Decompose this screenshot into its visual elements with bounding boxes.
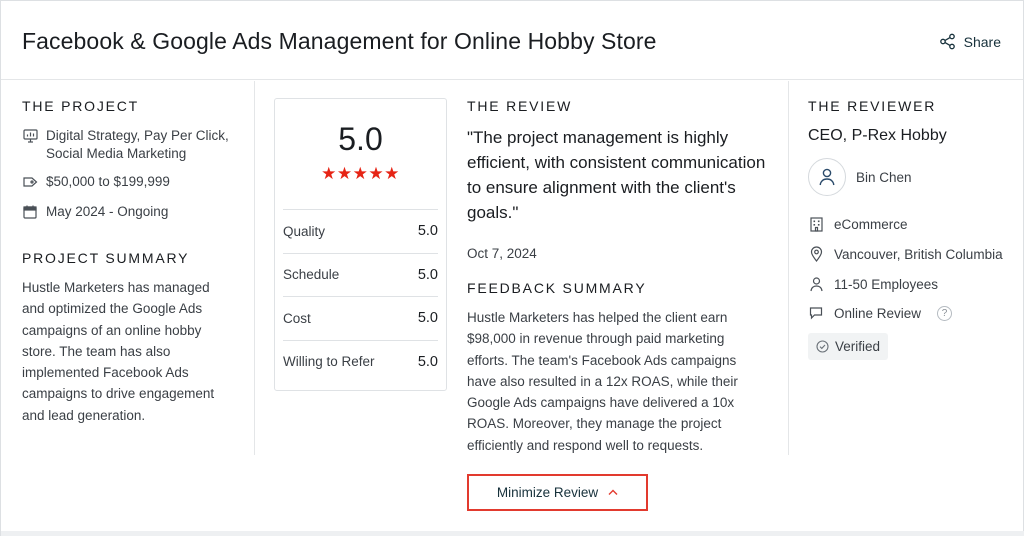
column-divider bbox=[254, 81, 255, 455]
project-services: Digital Strategy, Pay Per Click, Social … bbox=[22, 127, 234, 163]
rating-label: Willing to Refer bbox=[283, 354, 375, 370]
rating-breakdown: Quality 5.0 Schedule 5.0 Cost 5.0 Willin… bbox=[283, 209, 438, 383]
industry-text: eCommerce bbox=[834, 216, 908, 232]
reviewer-column: THE REVIEWER CEO, P-Rex Hobby Bin Chen e… bbox=[808, 98, 1018, 360]
review-column: THE REVIEW "The project management is hi… bbox=[467, 98, 767, 456]
timeline-text: May 2024 - Ongoing bbox=[46, 204, 169, 219]
review-header: Facebook & Google Ads Management for Onl… bbox=[1, 1, 1023, 80]
help-icon[interactable]: ? bbox=[937, 305, 953, 321]
check-circle-icon bbox=[816, 340, 829, 353]
user-icon bbox=[819, 168, 835, 186]
rating-row-schedule: Schedule 5.0 bbox=[283, 252, 438, 297]
review-quote: "The project management is highly effici… bbox=[467, 128, 766, 222]
calendar-icon bbox=[22, 203, 38, 221]
verified-wrapper: Verified bbox=[808, 333, 1018, 360]
rating-value: 5.0 bbox=[417, 353, 438, 370]
reviewer-identity: Bin Chen bbox=[808, 158, 1018, 196]
reviewer-position: CEO, P-Rex Hobby bbox=[808, 127, 947, 144]
project-budget: $50,000 to $199,999 bbox=[22, 173, 234, 191]
minimize-review-button[interactable]: Minimize Review bbox=[467, 474, 648, 511]
avatar bbox=[808, 158, 846, 196]
verified-badge: Verified bbox=[808, 333, 889, 360]
rating-label: Schedule bbox=[283, 267, 340, 283]
chat-bubble-icon bbox=[808, 305, 824, 321]
verified-label: Verified bbox=[835, 339, 881, 354]
project-timeline: May 2024 - Ongoing bbox=[22, 203, 234, 221]
person-icon bbox=[808, 276, 824, 292]
rating-value: 5.0 bbox=[417, 310, 438, 327]
feedback-summary-text: Hustle Marketers has helped the client e… bbox=[467, 310, 738, 453]
reviewer-industry: eCommerce bbox=[808, 216, 1018, 232]
rating-box: 5.0 ★★★★★ Quality 5.0 Schedule 5.0 Cost … bbox=[274, 98, 447, 391]
rating-value: 5.0 bbox=[417, 223, 438, 240]
rating-label: Cost bbox=[283, 310, 311, 326]
review-title: Facebook & Google Ads Management for Onl… bbox=[22, 28, 657, 54]
rating-value: 5.0 bbox=[417, 266, 438, 283]
project-summary-text: Hustle Marketers has managed and optimiz… bbox=[22, 280, 215, 423]
reviewer-name: Bin Chen bbox=[856, 169, 912, 185]
reviewer-location: Vancouver, British Columbia bbox=[808, 246, 1018, 262]
rating-label: Quality bbox=[283, 223, 326, 239]
review-card: Facebook & Google Ads Management for Onl… bbox=[0, 0, 1024, 536]
building-icon bbox=[808, 216, 824, 232]
star-rating: ★★★★★ bbox=[321, 164, 400, 183]
price-tag-icon bbox=[22, 173, 38, 191]
location-pin-icon bbox=[808, 246, 824, 262]
minimize-review-label: Minimize Review bbox=[496, 485, 599, 500]
location-text: Vancouver, British Columbia bbox=[834, 246, 1003, 262]
review-type-text: Online Review bbox=[834, 305, 922, 321]
page-background-strip bbox=[1, 531, 1024, 536]
chevron-up-icon bbox=[608, 489, 618, 495]
monitor-chart-icon bbox=[22, 127, 38, 145]
review-date: Oct 7, 2024 bbox=[467, 246, 537, 261]
rating-row-cost: Cost 5.0 bbox=[283, 296, 438, 340]
employees-text: 11-50 Employees bbox=[834, 276, 939, 292]
project-column: THE PROJECT Digital Strategy, Pay Per Cl… bbox=[22, 98, 234, 426]
column-divider bbox=[788, 81, 789, 455]
services-text: Digital Strategy, Pay Per Click, Social … bbox=[46, 128, 229, 161]
rating-row-quality: Quality 5.0 bbox=[283, 209, 438, 253]
budget-text: $50,000 to $199,999 bbox=[46, 174, 170, 189]
share-icon bbox=[939, 33, 956, 50]
reviewer-review-type: Online Review ? bbox=[808, 305, 1018, 321]
overall-score: 5.0 bbox=[338, 121, 383, 157]
share-label: Share bbox=[963, 33, 1001, 50]
project-summary-heading: PROJECT SUMMARY bbox=[22, 250, 190, 266]
reviewer-company-size: 11-50 Employees bbox=[808, 276, 1018, 292]
review-heading: THE REVIEW bbox=[467, 98, 573, 114]
share-button[interactable]: Share bbox=[939, 33, 1001, 50]
rating-row-willing-to-refer: Willing to Refer 5.0 bbox=[283, 339, 438, 384]
feedback-summary-heading: FEEDBACK SUMMARY bbox=[467, 280, 647, 296]
reviewer-heading: THE REVIEWER bbox=[808, 98, 937, 114]
project-heading: THE PROJECT bbox=[22, 98, 140, 114]
